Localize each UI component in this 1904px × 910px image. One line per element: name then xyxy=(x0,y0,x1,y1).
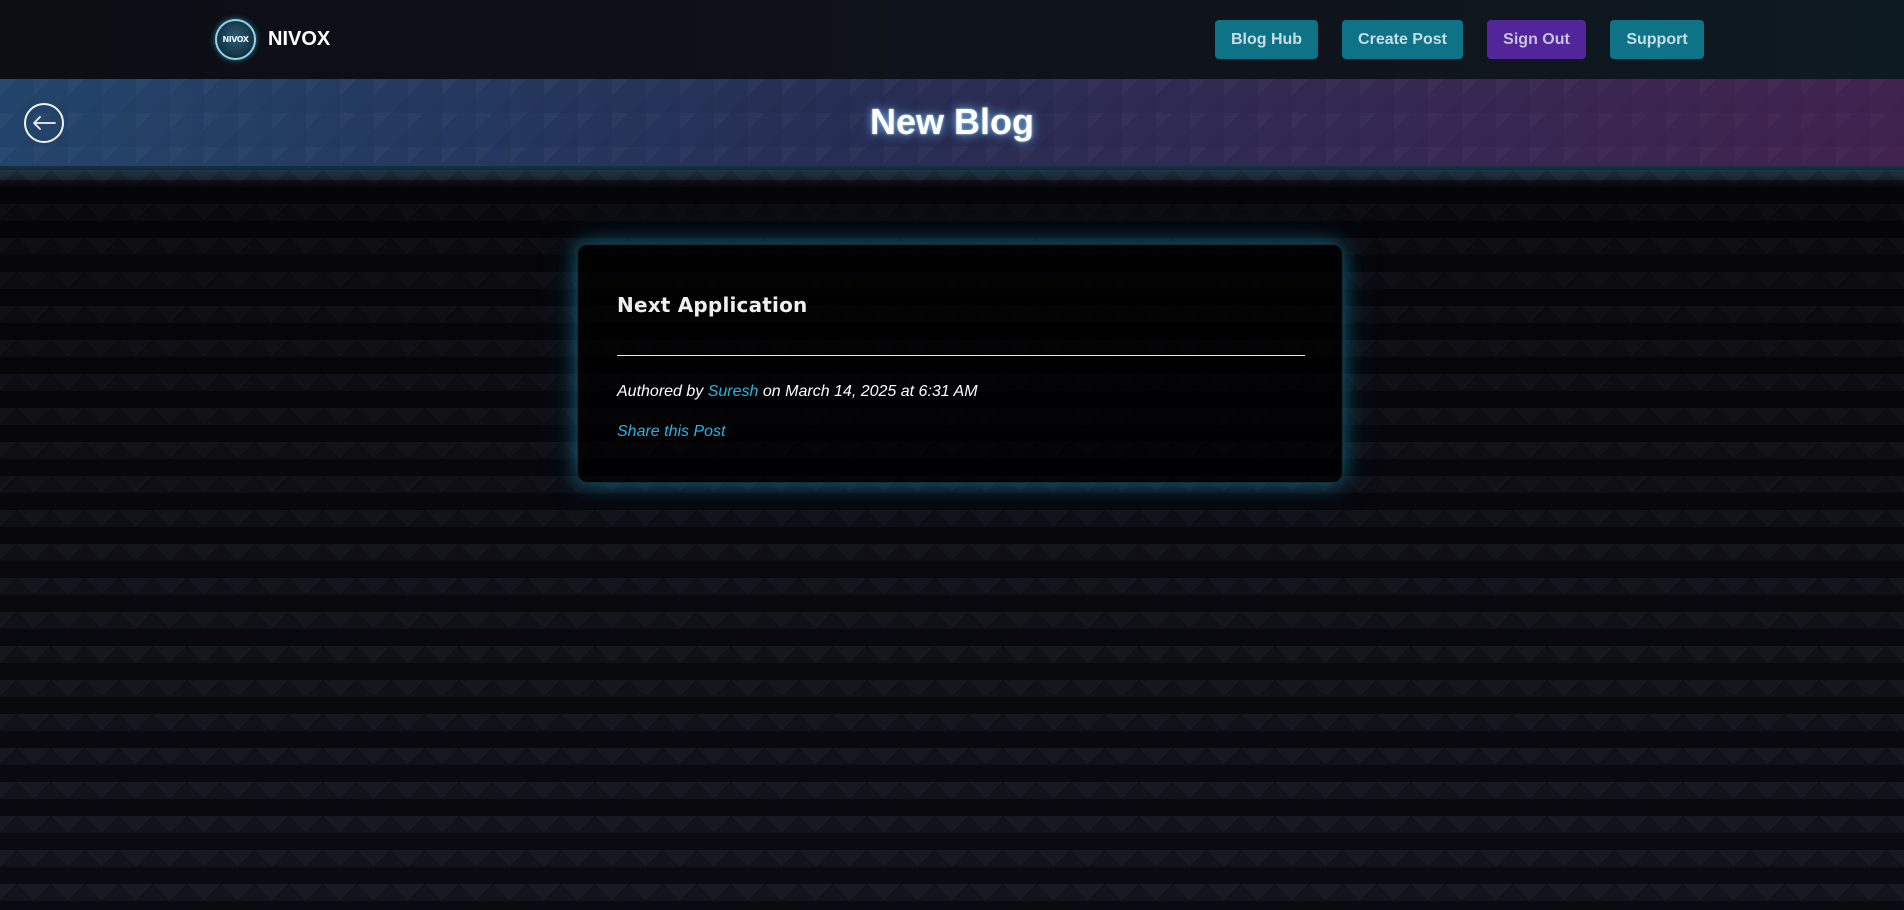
top-navbar: NIVOX NIVOX Blog Hub Create Post Sign Ou… xyxy=(0,0,1904,79)
page-header-banner: New Blog xyxy=(0,79,1904,184)
page-title: New Blog xyxy=(869,101,1034,142)
post-title: Next Application xyxy=(617,293,808,317)
support-button[interactable]: Support xyxy=(1610,20,1704,59)
post-card: Next Application Authored by Suresh on M… xyxy=(577,244,1343,483)
nivox-logo-icon: NIVOX xyxy=(215,18,256,60)
blog-hub-button[interactable]: Blog Hub xyxy=(1215,20,1318,59)
sign-out-button[interactable]: Sign Out xyxy=(1487,20,1586,59)
divider xyxy=(617,355,1305,356)
create-post-button[interactable]: Create Post xyxy=(1342,20,1463,59)
logo-text: NIVOX xyxy=(222,34,249,44)
brand[interactable]: NIVOX NIVOX xyxy=(215,18,330,60)
post-date: on March 14, 2025 at 6:31 AM xyxy=(762,383,978,400)
share-post-link[interactable]: Share this Post xyxy=(617,423,726,441)
brand-name: NIVOX xyxy=(268,27,331,50)
post-meta: Authored by Suresh on March 14, 2025 at … xyxy=(617,383,978,401)
author-link[interactable]: Suresh xyxy=(708,383,759,400)
authored-by-label: Authored by xyxy=(617,383,704,400)
